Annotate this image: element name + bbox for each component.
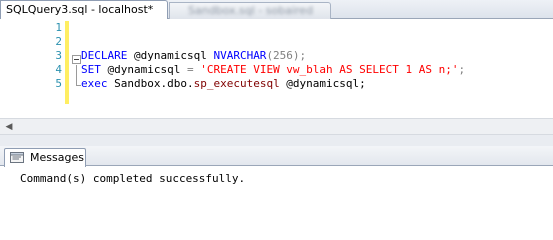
line-number-gutter: 1 2 3 4 5 xyxy=(0,19,65,118)
semicolon: ; xyxy=(458,63,466,76)
messages-pane: Command(s) completed successfully. xyxy=(0,167,553,209)
code-line-4: SET @dynamicsql = 'CREATE VIEW vw_blah A… xyxy=(81,63,465,77)
operator: = xyxy=(186,63,194,76)
results-tab-bar: Messages xyxy=(0,146,553,167)
tab-blurred-document-label: Sandbox.sql - sobaired xyxy=(188,4,314,17)
line-number: 5 xyxy=(55,77,62,90)
type-keyword: NVARCHAR xyxy=(213,49,267,62)
keyword: DECLARE xyxy=(81,49,128,62)
scroll-left-arrow-icon[interactable]: ◀ xyxy=(3,121,15,133)
string-literal: 'CREATE VIEW vw_blah AS SELECT 1 AS n;' xyxy=(200,63,459,76)
tab-messages[interactable]: Messages xyxy=(4,148,86,167)
tab-blurred-document[interactable]: Sandbox.sql - sobaired xyxy=(169,2,331,19)
query-editor[interactable]: 1 2 3 4 5 DECLARE @dynamicsql NVARCHAR(2… xyxy=(0,19,553,118)
code-line-3: DECLARE @dynamicsql NVARCHAR(256); xyxy=(81,49,306,63)
horizontal-scrollbar[interactable]: ◀ xyxy=(0,118,553,135)
variable: @dynamicsql xyxy=(127,49,214,62)
tab-messages-label: Messages xyxy=(30,151,84,164)
object-path: Sandbox.dbo. xyxy=(107,77,194,90)
keyword: exec xyxy=(81,77,108,90)
status-message: Command(s) completed successfully. xyxy=(20,172,246,185)
code-line-5: exec Sandbox.dbo.sp_executesql @dynamics… xyxy=(81,77,366,91)
pane-splitter[interactable] xyxy=(0,135,553,146)
system-procedure: sp_executesql xyxy=(193,77,280,90)
collapse-region-icon[interactable] xyxy=(72,55,81,64)
line-number: 3 xyxy=(55,49,62,62)
tab-sqlquery3-label: SQLQuery3.sql - localhost* xyxy=(6,3,154,16)
document-tab-strip: SQLQuery3.sql - localhost* Sandbox.sql -… xyxy=(0,0,553,20)
line-number: 1 xyxy=(55,21,62,34)
outline-guide xyxy=(76,65,77,85)
tab-sqlquery3[interactable]: SQLQuery3.sql - localhost* xyxy=(0,0,168,20)
variable: @dynamicsql xyxy=(100,63,187,76)
line-number: 2 xyxy=(55,35,62,48)
messages-icon xyxy=(10,152,24,163)
variable: @dynamicsql; xyxy=(279,77,366,90)
type-args: (256); xyxy=(266,49,307,62)
line-number: 4 xyxy=(55,63,62,76)
keyword: SET xyxy=(81,63,101,76)
change-tracking-bar xyxy=(65,21,69,104)
